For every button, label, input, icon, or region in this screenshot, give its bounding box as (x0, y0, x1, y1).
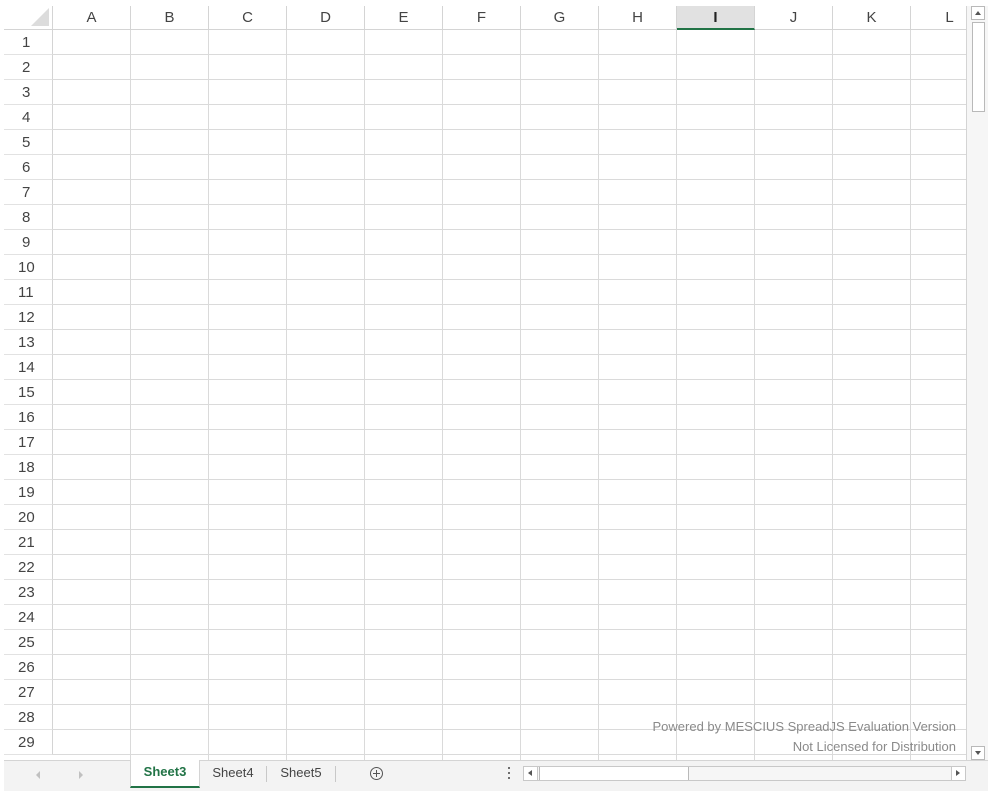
tab-divider (266, 766, 267, 782)
sheet-tab-sheet5[interactable]: Sheet5 (268, 761, 334, 787)
scroll-left-arrow-icon[interactable] (524, 767, 538, 780)
sheet-tab-strip: Sheet3 Sheet4 Sheet5 (4, 760, 988, 791)
select-all-corner[interactable] (4, 6, 53, 30)
row-header-24[interactable]: 24 (4, 605, 53, 630)
evaluation-watermark-line2: Not Licensed for Distribution (792, 739, 956, 754)
row-header-8[interactable]: 8 (4, 205, 53, 230)
row-header-15[interactable]: 15 (4, 380, 53, 405)
scroll-right-arrow-icon[interactable] (951, 767, 965, 780)
row-header-13[interactable]: 13 (4, 330, 53, 355)
column-header-c[interactable]: C (209, 6, 287, 30)
tab-prev-chevron-left-icon[interactable] (36, 771, 40, 779)
spreadsheet-widget: ABCDEFGHIJKL 1 2 3 4 5 6 7 8 9 10 11 12 13 14 15 16 17 18… (4, 6, 988, 791)
row-header-11[interactable]: 11 (4, 280, 53, 305)
column-header-k[interactable]: K (833, 6, 911, 30)
column-header-l[interactable]: L (911, 6, 966, 30)
row-header-25[interactable]: 25 (4, 630, 53, 655)
row-header-16[interactable]: 16 (4, 405, 53, 430)
row-header-5[interactable]: 5 (4, 130, 53, 155)
row-header-10[interactable]: 10 (4, 255, 53, 280)
row-header-1[interactable]: 1 (4, 30, 53, 55)
scroll-down-arrow-icon[interactable] (971, 746, 985, 760)
select-all-triangle-icon (31, 8, 49, 26)
sheet-tab-sheet4[interactable]: Sheet4 (200, 761, 266, 787)
row-header-17[interactable]: 17 (4, 430, 53, 455)
row-header-4[interactable]: 4 (4, 105, 53, 130)
column-header-h[interactable]: H (599, 6, 677, 30)
row-header-29[interactable]: 29 (4, 730, 53, 755)
column-header-d[interactable]: D (287, 6, 365, 30)
tab-next-chevron-right-icon[interactable] (79, 771, 83, 779)
row-header-22[interactable]: 22 (4, 555, 53, 580)
column-header-bar: ABCDEFGHIJKL (53, 6, 966, 30)
row-header-14[interactable]: 14 (4, 355, 53, 380)
horizontal-scrollbar[interactable] (523, 766, 966, 781)
horizontal-scroll-thumb[interactable] (539, 767, 689, 780)
row-header-18[interactable]: 18 (4, 455, 53, 480)
vertical-scroll-thumb[interactable] (972, 22, 985, 112)
evaluation-watermark-line1: Powered by MESCIUS SpreadJS Evaluation V… (652, 719, 957, 734)
row-header-7[interactable]: 7 (4, 180, 53, 205)
row-header-19[interactable]: 19 (4, 480, 53, 505)
row-header-6[interactable]: 6 (4, 155, 53, 180)
row-header-9[interactable]: 9 (4, 230, 53, 255)
column-header-g[interactable]: G (521, 6, 599, 30)
column-header-e[interactable]: E (365, 6, 443, 30)
row-header-2[interactable]: 2 (4, 55, 53, 80)
row-header-21[interactable]: 21 (4, 530, 53, 555)
row-header-12[interactable]: 12 (4, 305, 53, 330)
sheet-tab-sheet3[interactable]: Sheet3 (130, 760, 200, 788)
tab-strip-resize-vertical-ellipsis-icon[interactable] (508, 767, 511, 780)
column-header-f[interactable]: F (443, 6, 521, 30)
row-header-23[interactable]: 23 (4, 580, 53, 605)
row-header-28[interactable]: 28 (4, 705, 53, 730)
row-header-26[interactable]: 26 (4, 655, 53, 680)
row-header-bar: 1 2 3 4 5 6 7 8 9 10 11 12 13 14 15 16 17 18 19 20 21 22 23 24 2… (4, 30, 53, 760)
scroll-up-arrow-icon[interactable] (971, 6, 985, 20)
row-header-27[interactable]: 27 (4, 680, 53, 705)
row-header-20[interactable]: 20 (4, 505, 53, 530)
column-header-i[interactable]: I (677, 6, 755, 30)
add-sheet-plus-circle-icon[interactable] (370, 767, 383, 780)
vertical-scrollbar[interactable] (966, 6, 988, 760)
column-header-b[interactable]: B (131, 6, 209, 30)
tab-divider (335, 766, 336, 782)
row-header-3[interactable]: 3 (4, 80, 53, 105)
cell-grid[interactable]: Powered by MESCIUS SpreadJS Evaluation V… (53, 30, 966, 760)
column-header-j[interactable]: J (755, 6, 833, 30)
column-header-a[interactable]: A (53, 6, 131, 30)
